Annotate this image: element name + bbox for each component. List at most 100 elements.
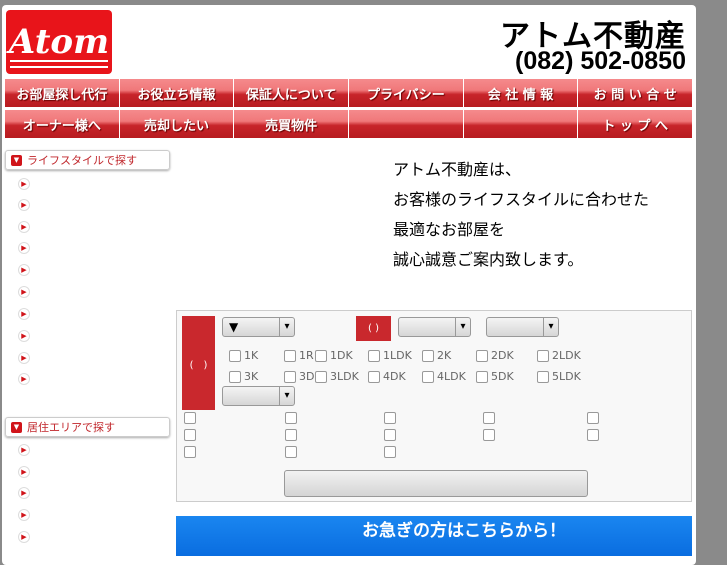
- area-checkbox[interactable]: [285, 412, 300, 424]
- checkbox[interactable]: [476, 370, 488, 383]
- checkbox[interactable]: [285, 429, 297, 441]
- layout-checkbox[interactable]: 1R: [284, 349, 314, 362]
- area-checkbox[interactable]: [384, 412, 399, 424]
- intro-line: アトム不動産は、: [393, 160, 522, 179]
- atom-logo[interactable]: Atom: [6, 10, 112, 74]
- layout-label: 5LDK: [552, 370, 581, 383]
- area-checkbox[interactable]: [184, 429, 199, 441]
- checkbox[interactable]: [184, 446, 196, 458]
- area-checkbox[interactable]: [184, 446, 199, 458]
- layout-label: 5DK: [491, 370, 514, 383]
- checkbox[interactable]: [368, 349, 380, 362]
- nav-top[interactable]: ト ッ プ へ: [578, 110, 693, 138]
- nav-contact[interactable]: お 問 い 合 せ: [578, 79, 693, 107]
- urgent-banner[interactable]: お急ぎの方はこちらから！: [176, 516, 692, 556]
- checkbox[interactable]: [368, 370, 380, 383]
- bullet-arrow-icon[interactable]: ▶: [18, 286, 30, 298]
- checkbox[interactable]: [537, 370, 549, 383]
- layout-checkbox[interactable]: 1K: [229, 349, 258, 362]
- bullet-arrow-icon[interactable]: ▶: [18, 199, 30, 211]
- checkbox[interactable]: [284, 349, 296, 362]
- checkbox[interactable]: [384, 429, 396, 441]
- checkbox[interactable]: [315, 349, 327, 362]
- layout-checkbox[interactable]: 3LDK: [315, 370, 359, 383]
- sidebar-lifestyle-header[interactable]: ▼ ライフスタイルで探す: [5, 150, 170, 170]
- select-2[interactable]: [398, 317, 471, 337]
- checkbox[interactable]: [229, 370, 241, 383]
- checkbox[interactable]: [483, 429, 495, 441]
- chevron-down-icon: ▼: [11, 154, 22, 166]
- checkbox[interactable]: [422, 349, 434, 362]
- sidebar-area-header[interactable]: ▼ 居住エリアで探す: [5, 417, 170, 437]
- sidebar-lifestyle-title: ライフスタイルで探す: [27, 154, 137, 167]
- area-checkbox[interactable]: [384, 446, 399, 458]
- bullet-arrow-icon[interactable]: ▶: [18, 444, 30, 456]
- nav-sale-properties[interactable]: 売買物件: [234, 110, 349, 138]
- area-checkbox[interactable]: [483, 412, 498, 424]
- area-checkbox[interactable]: [285, 446, 300, 458]
- nav-sell[interactable]: 売却したい: [119, 110, 234, 138]
- intro-line: 最適なお部屋を: [393, 220, 506, 239]
- bullet-arrow-icon[interactable]: ▶: [18, 330, 30, 342]
- nav-room-search[interactable]: お部屋探し代行: [5, 79, 119, 107]
- layout-label: 1K: [244, 349, 259, 362]
- select-1[interactable]: ▼: [222, 317, 295, 337]
- nav-company[interactable]: 会 社 情 報: [463, 79, 578, 107]
- checkbox[interactable]: [587, 429, 599, 441]
- bullet-arrow-icon[interactable]: ▶: [18, 352, 30, 364]
- layout-checkbox[interactable]: 2K: [422, 349, 451, 362]
- checkbox[interactable]: [422, 370, 434, 383]
- checkbox[interactable]: [315, 370, 327, 383]
- bullet-arrow-icon[interactable]: ▶: [18, 531, 30, 543]
- area-checkbox[interactable]: [285, 429, 300, 441]
- checkbox[interactable]: [285, 446, 297, 458]
- area-checkbox[interactable]: [384, 429, 399, 441]
- bullet-arrow-icon[interactable]: ▶: [18, 308, 30, 320]
- select-4[interactable]: [222, 386, 295, 406]
- checkbox[interactable]: [537, 349, 549, 362]
- checkbox[interactable]: [284, 370, 296, 383]
- checkbox[interactable]: [587, 412, 599, 424]
- layout-checkbox[interactable]: 5DK: [476, 370, 514, 383]
- nav-row-2: オーナー様へ 売却したい 売買物件 ト ッ プ へ: [5, 110, 693, 138]
- layout-checkbox[interactable]: 1LDK: [368, 349, 412, 362]
- checkbox[interactable]: [384, 412, 396, 424]
- layout-label: 4LDK: [437, 370, 466, 383]
- bullet-arrow-icon[interactable]: ▶: [18, 221, 30, 233]
- layout-checkbox[interactable]: 2DK: [476, 349, 514, 362]
- layout-label: 1DK: [330, 349, 353, 362]
- layout-label: 3K: [244, 370, 259, 383]
- bullet-arrow-icon[interactable]: ▶: [18, 509, 30, 521]
- layout-checkbox[interactable]: 1DK: [315, 349, 353, 362]
- nav-owners[interactable]: オーナー様へ: [5, 110, 119, 138]
- nav-useful-info[interactable]: お役立ち情報: [119, 79, 234, 107]
- select-3[interactable]: [486, 317, 559, 337]
- checkbox[interactable]: [483, 412, 495, 424]
- checkbox[interactable]: [184, 412, 196, 424]
- layout-checkbox[interactable]: 3K: [229, 370, 258, 383]
- bullet-arrow-icon[interactable]: ▶: [18, 466, 30, 478]
- area-checkbox[interactable]: [483, 429, 498, 441]
- layout-checkbox[interactable]: 4LDK: [422, 370, 466, 383]
- bullet-arrow-icon[interactable]: ▶: [18, 242, 30, 254]
- bullet-arrow-icon[interactable]: ▶: [18, 373, 30, 385]
- nav-privacy[interactable]: プライバシー: [349, 79, 463, 107]
- nav-empty-1: [349, 110, 463, 138]
- checkbox[interactable]: [184, 429, 196, 441]
- checkbox[interactable]: [384, 446, 396, 458]
- search-button[interactable]: [284, 470, 588, 497]
- area-checkbox[interactable]: [587, 429, 602, 441]
- layout-checkbox[interactable]: 2LDK: [537, 349, 581, 362]
- layout-checkbox[interactable]: 4DK: [368, 370, 406, 383]
- bullet-arrow-icon[interactable]: ▶: [18, 487, 30, 499]
- nav-guarantor[interactable]: 保証人について: [234, 79, 349, 107]
- sidebar-area-title: 居住エリアで探す: [27, 421, 115, 434]
- checkbox[interactable]: [229, 349, 241, 362]
- area-checkbox[interactable]: [587, 412, 602, 424]
- bullet-arrow-icon[interactable]: ▶: [18, 264, 30, 276]
- bullet-arrow-icon[interactable]: ▶: [18, 178, 30, 190]
- layout-checkbox[interactable]: 5LDK: [537, 370, 581, 383]
- area-checkbox[interactable]: [184, 412, 199, 424]
- checkbox[interactable]: [476, 349, 488, 362]
- checkbox[interactable]: [285, 412, 297, 424]
